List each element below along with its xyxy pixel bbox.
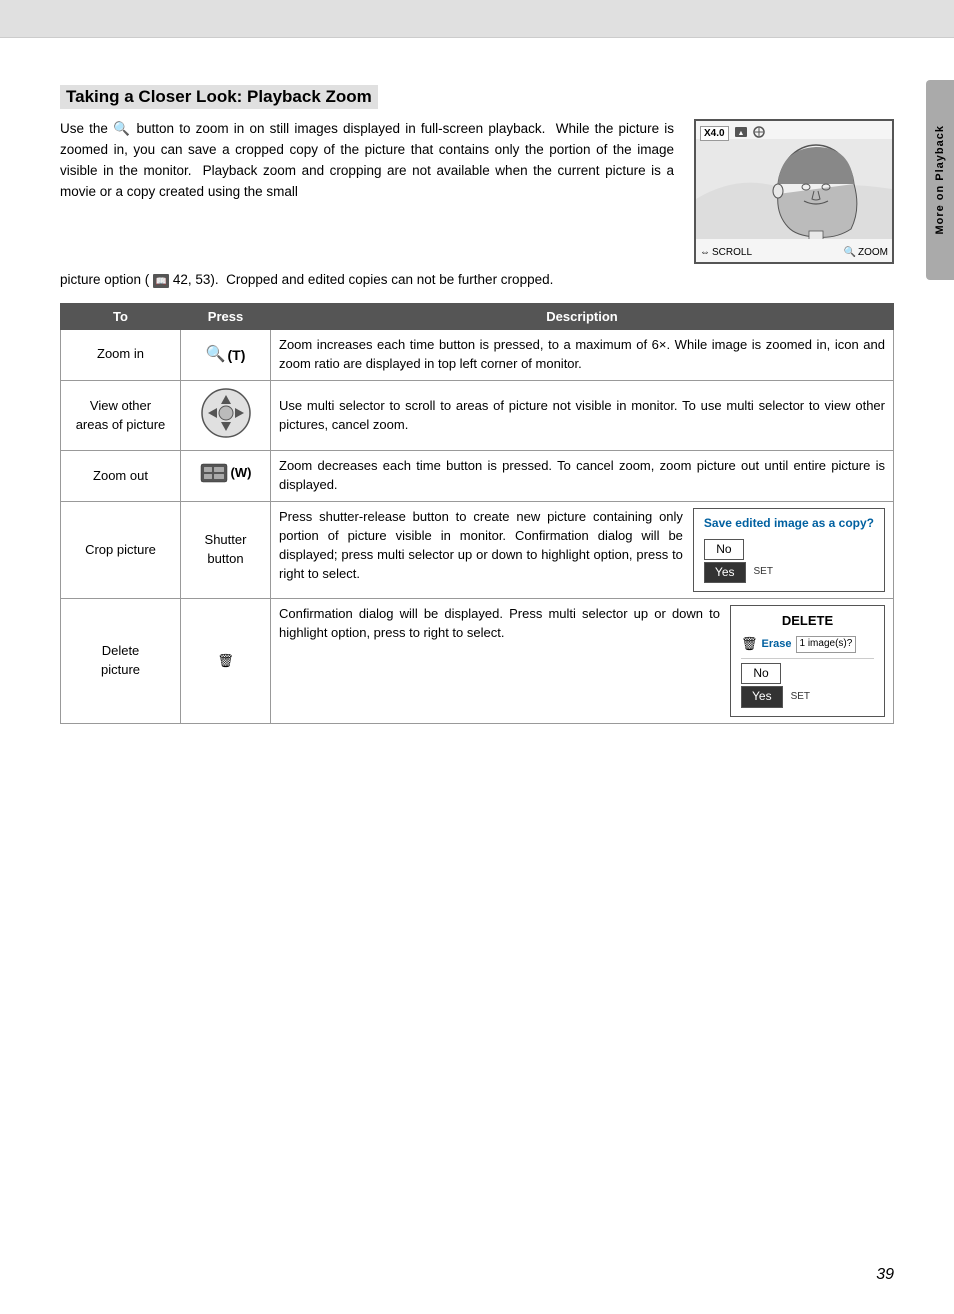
zoom-out-label: Zoom out (93, 468, 148, 483)
crop-description-text: Press shutter-release button to create n… (279, 508, 683, 583)
delete-no-option: No (741, 663, 874, 684)
zoom-out-description: Zoom decreases each time button is press… (279, 458, 885, 492)
right-side-tab: More on Playback (926, 80, 954, 280)
erase-label: Erase (762, 637, 792, 653)
set-label-delete: SET (791, 690, 810, 705)
cell-desc-view-other: Use multi selector to scroll to areas of… (271, 380, 894, 451)
erase-count: 1 image(s)? (796, 636, 857, 653)
cell-desc-zoom-in: Zoom increases each time button is press… (271, 329, 894, 380)
multi-selector-icon (200, 387, 252, 439)
magnifier-plus-icon: 🔍 (206, 343, 226, 366)
delete-dialog-box: DELETE 🗑 Erase 1 image(s)? No Yes (730, 605, 885, 716)
view-other-label: View otherareas of picture (76, 398, 166, 432)
arrow-icon: ⇔ (700, 247, 710, 258)
delete-desc-inner: Confirmation dialog will be displayed. P… (279, 605, 885, 716)
crop-label: Crop picture (85, 542, 156, 557)
page-number: 39 (876, 1266, 894, 1284)
col-header-to: To (61, 303, 181, 329)
preview-zoom-level: X4.0 (700, 126, 729, 141)
shutter-label: Shutterbutton (205, 532, 247, 566)
save-dialog-box: Save edited image as a copy? No Yes SET (693, 508, 885, 592)
crop-desc-inner: Press shutter-release button to create n… (279, 508, 885, 592)
table-row: View otherareas of picture (61, 380, 894, 451)
preview-top-bar: X4.0 ▲ (700, 125, 888, 142)
cell-to-delete: Deletepicture (61, 599, 181, 723)
book-icon: 📖 (153, 274, 169, 288)
delete-dialog-erase-row: 🗑 Erase 1 image(s)? (741, 635, 874, 659)
preview-top-icons: ▲ (735, 125, 775, 139)
magnifier-icon: 🔍 (844, 247, 856, 258)
dialog-yes-option: Yes SET (704, 562, 874, 583)
preview-icons: ▲ (735, 125, 775, 142)
page-container: More on Playback Taking a Closer Look: P… (0, 0, 954, 1314)
save-dialog-title: Save edited image as a copy? (704, 515, 874, 532)
table-row: Deletepicture 🗑 Confirmation dialog will… (61, 599, 894, 723)
cell-to-crop: Crop picture (61, 502, 181, 599)
cell-desc-zoom-out: Zoom decreases each time button is press… (271, 451, 894, 502)
view-other-description: Use multi selector to scroll to areas of… (279, 398, 885, 432)
cell-to-view-other: View otherareas of picture (61, 380, 181, 451)
zoom-out-button-icon (200, 463, 228, 483)
col-header-press: Press (181, 303, 271, 329)
scroll-label: SCROLL (712, 247, 752, 258)
set-label-crop: SET (754, 565, 773, 580)
trash-icon: 🗑 (217, 653, 234, 668)
delete-no-box: No (741, 663, 781, 684)
delete-description-text: Confirmation dialog will be displayed. P… (279, 605, 720, 643)
delete-yes-box: Yes (741, 686, 783, 707)
col-header-description: Description (271, 303, 894, 329)
table-row: Zoom in 🔍 (T) Zoom increases each time b… (61, 329, 894, 380)
delete-label: Deletepicture (101, 643, 140, 677)
zoom-in-label: Zoom in (97, 346, 144, 361)
intro-paragraph: Use the 🔍 button to zoom in on still ima… (60, 121, 674, 199)
right-tab-label: More on Playback (934, 125, 946, 235)
preview-scroll-section: ⇔ SCROLL (700, 247, 752, 258)
top-tab-bar (0, 0, 954, 38)
cell-to-zoom-in: Zoom in (61, 329, 181, 380)
cell-press-trash: 🗑 (181, 599, 271, 723)
svg-text:▲: ▲ (737, 130, 744, 137)
zoom-in-description: Zoom increases each time button is press… (279, 337, 885, 371)
table-row: Zoom out (W) (61, 451, 894, 502)
intro-section: Use the 🔍 button to zoom in on still ima… (60, 119, 894, 264)
playback-zoom-table: To Press Description Zoom in 🔍 (T) Zoom … (60, 303, 894, 724)
cell-press-zoom-out: (W) (181, 451, 271, 502)
cell-press-zoom-in: 🔍 (T) (181, 329, 271, 380)
zoom-label-preview: ZOOM (858, 247, 888, 258)
section-title: Taking a Closer Look: Playback Zoom (60, 85, 378, 109)
delete-dialog-title: DELETE (741, 612, 874, 631)
dialog-no-box: No (704, 539, 744, 560)
cell-desc-crop: Press shutter-release button to create n… (271, 502, 894, 599)
trash-icon-small: 🗑 (741, 635, 758, 654)
face-svg (696, 139, 892, 239)
w-label: (W) (231, 464, 252, 483)
table-row: Crop picture Shutterbutton Press shutter… (61, 502, 894, 599)
preview-zoom-section: 🔍 ZOOM (844, 247, 888, 258)
zoom-out-icon: (W) (200, 463, 252, 483)
cell-press-multi-selector (181, 380, 271, 451)
cell-press-shutter: Shutterbutton (181, 502, 271, 599)
cell-to-zoom-out: Zoom out (61, 451, 181, 502)
intro-continuation: picture option ( 📖 42, 53). Cropped and … (60, 270, 894, 291)
dialog-yes-box: Yes (704, 562, 746, 583)
table-header-row: To Press Description (61, 303, 894, 329)
dialog-no-option: No (704, 539, 874, 560)
delete-yes-option: Yes SET (741, 686, 874, 707)
intro-text: Use the 🔍 button to zoom in on still ima… (60, 119, 674, 203)
cell-desc-delete: Confirmation dialog will be displayed. P… (271, 599, 894, 723)
t-label: (T) (228, 345, 246, 365)
zoom-in-icon: 🔍 (T) (206, 343, 246, 366)
preview-bottom-bar: ⇔ SCROLL 🔍 ZOOM (700, 247, 888, 258)
camera-preview-box: X4.0 ▲ (694, 119, 894, 264)
